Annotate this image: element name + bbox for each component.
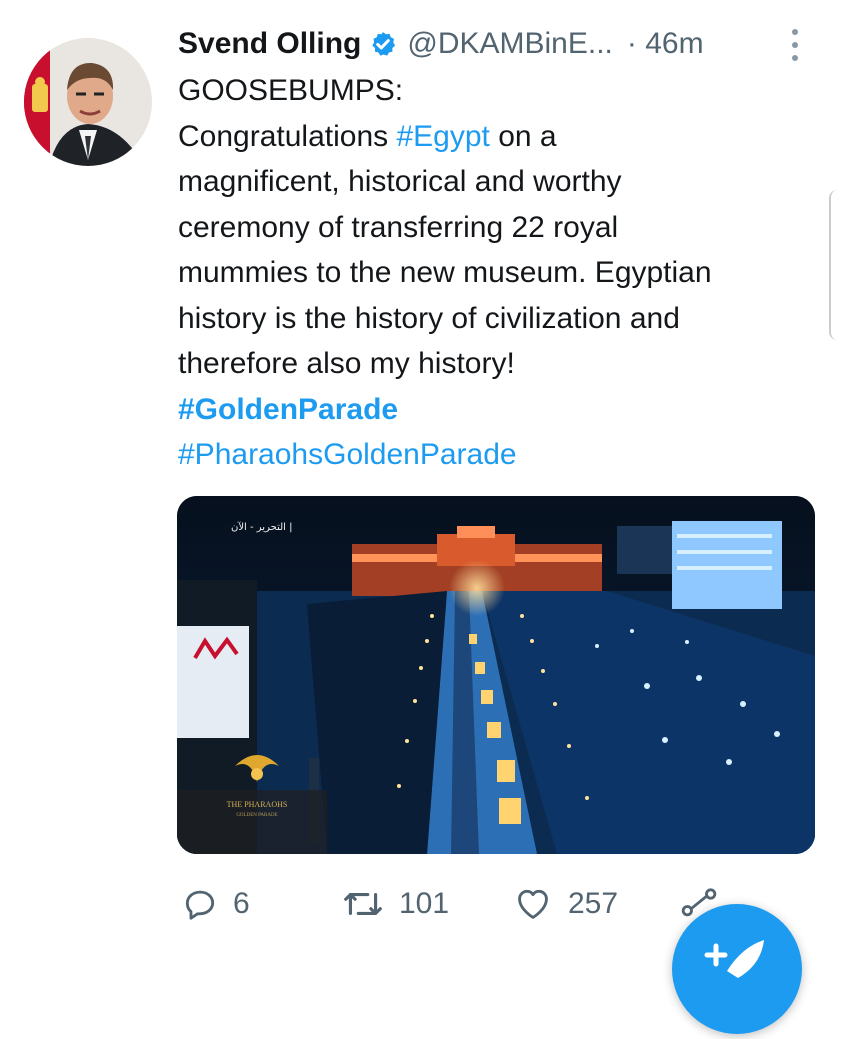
scrollbar[interactable]	[829, 190, 843, 340]
tweet-line-4: ceremony of transferring 22 royal	[178, 210, 619, 244]
like-count: 257	[568, 887, 619, 920]
tweet-timestamp[interactable]: · 46m	[627, 27, 704, 61]
author-handle[interactable]: @DKAMBinE...	[407, 27, 613, 61]
parade-night-scene: THE PHARAOHS GOLDEN PARADE التحرير - الآ…	[177, 496, 815, 854]
retweet-button[interactable]: 101	[341, 874, 449, 934]
tweet-line-6: history is the history of civilization a…	[178, 301, 680, 335]
author-avatar[interactable]	[24, 38, 152, 166]
hashtag-egypt[interactable]: #Egypt	[396, 120, 489, 153]
reply-icon	[185, 890, 215, 920]
like-icon	[518, 889, 548, 919]
verified-badge-icon	[372, 32, 396, 56]
media-logo-text: THE PHARAOHS	[227, 800, 288, 809]
compose-icon	[704, 940, 764, 978]
reply-count: 6	[233, 887, 250, 920]
tweet-line-1: GOOSEBUMPS:	[178, 74, 404, 107]
tweet-header: Svend Olling @DKAMBinE... · 46m	[178, 22, 704, 66]
tweet-line-7: therefore also my history!	[178, 347, 515, 380]
tweet-line-2-start: Congratulations	[178, 119, 397, 153]
more-vertical-icon[interactable]	[786, 26, 804, 64]
tweet-line-5: mummies to the new museum. Egyptian	[178, 256, 712, 289]
hashtag-goldenparade[interactable]: #GoldenParade	[178, 387, 818, 433]
author-name[interactable]: Svend Olling	[178, 27, 361, 61]
tweet-media-image[interactable]: THE PHARAOHS GOLDEN PARADE التحرير - الآ…	[177, 496, 815, 854]
media-overlay-caption: التحرير - الآن |	[231, 521, 292, 533]
retweet-count: 101	[399, 887, 450, 920]
tweet-line-2: Congratulations #Egypt on a	[178, 114, 818, 160]
reply-button[interactable]: 6	[181, 874, 250, 934]
tweet-text: GOOSEBUMPS: Congratulations #Egypt on a …	[178, 68, 818, 478]
tweet-line-3: magnificent, historical and worthy	[178, 165, 622, 198]
like-button[interactable]: 257	[512, 874, 618, 934]
media-logo-subtext: GOLDEN PARADE	[236, 813, 277, 818]
retweet-icon	[344, 893, 382, 915]
hashtag-pharaohsgoldenparade[interactable]: #PharaohsGoldenParade	[178, 432, 818, 478]
avatar-image	[24, 38, 152, 166]
compose-tweet-button[interactable]	[672, 904, 802, 1034]
tweet-line-2-end: on a	[489, 119, 557, 153]
